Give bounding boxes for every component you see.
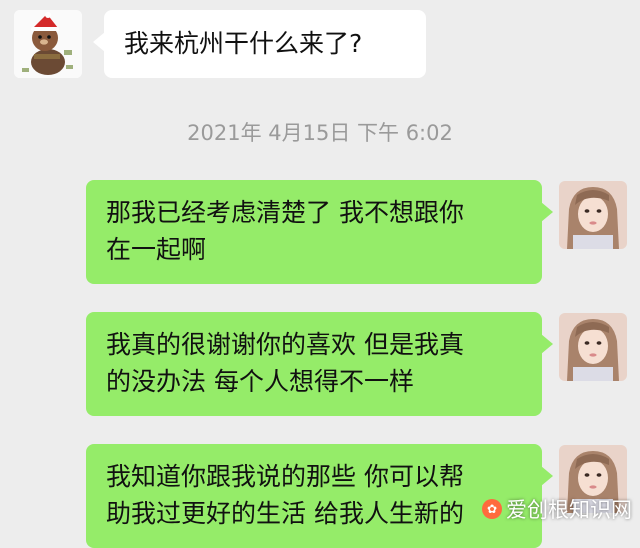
message-text: 那我已经考虑清楚了 我不想跟你 — [106, 198, 464, 227]
message-text: 助我过更好的生活 给我人生新的 — [106, 499, 464, 528]
message-text: 的没办法 每个人想得不一样 — [106, 367, 414, 396]
user-avatar[interactable] — [559, 313, 627, 381]
contact-avatar[interactable] — [14, 10, 82, 78]
message-text: 我来杭州干什么来了? — [124, 29, 363, 58]
message-text: 在一起啊 — [106, 235, 207, 264]
message-text: 我真的很谢谢你的喜欢 但是我真 — [106, 330, 464, 359]
chat-timestamp: 2021年 4月15日 下午 6:02 — [187, 121, 453, 145]
bear-santa-icon — [14, 10, 82, 78]
sent-message-bubble[interactable]: 我真的很谢谢你的喜欢 但是我真 的没办法 每个人想得不一样 — [86, 312, 553, 416]
watermark: ✿ 爱创根知识网 — [482, 494, 632, 524]
girl-portrait-icon — [559, 181, 627, 249]
user-avatar[interactable] — [559, 181, 627, 249]
received-message-bubble[interactable]: 我来杭州干什么来了? — [93, 10, 426, 78]
sent-message-bubble[interactable]: 我知道你跟我说的那些 你可以帮 助我过更好的生活 给我人生新的 — [86, 444, 553, 548]
message-text: 我知道你跟我说的那些 你可以帮 — [106, 462, 464, 491]
sent-message-bubble[interactable]: 那我已经考虑清楚了 我不想跟你 在一起啊 — [86, 180, 553, 284]
girl-portrait-icon — [559, 313, 627, 381]
watermark-logo-icon: ✿ — [482, 499, 502, 519]
watermark-text: 爱创根知识网 — [506, 498, 632, 522]
